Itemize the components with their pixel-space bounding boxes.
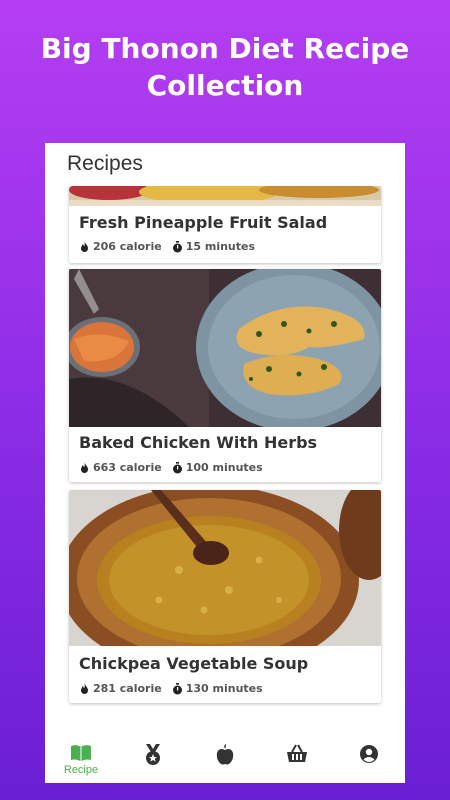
recipe-time: 100 minutes [185, 461, 263, 474]
recipe-calories: 206 calorie [93, 240, 162, 253]
recipe-time: 130 minutes [185, 682, 263, 695]
recipe-time: 15 minutes [185, 240, 256, 253]
recipe-title: Baked Chicken With Herbs [79, 433, 318, 452]
fire-icon [81, 461, 88, 473]
recipe-title: Chickpea Vegetable Soup [79, 654, 309, 673]
book-icon [71, 745, 91, 761]
promo-headline-line2: Collection [146, 69, 304, 102]
fire-icon [81, 240, 88, 252]
nav-item-profile[interactable] [339, 738, 399, 764]
recipe-calories: 663 calorie [93, 461, 162, 474]
recipe-image [69, 186, 381, 206]
timer-icon [172, 240, 182, 252]
recipe-list[interactable]: Fresh Pineapple Fruit Salad 206 calorie … [45, 186, 405, 738]
recipe-card-chickpea-soup[interactable]: Chickpea Vegetable Soup 281 calorie 130 … [69, 490, 381, 703]
recipe-card-pineapple-salad[interactable]: Fresh Pineapple Fruit Salad 206 calorie … [69, 186, 381, 263]
nav-item-recipe[interactable]: Recipe [51, 738, 111, 776]
recipe-meta: 281 calorie 130 minutes [79, 682, 263, 695]
nav-label-recipe: Recipe [63, 764, 99, 776]
recipe-title: Fresh Pineapple Fruit Salad [79, 213, 328, 232]
nav-item-achievements[interactable] [123, 738, 183, 766]
recipe-calories: 281 calorie [93, 682, 162, 695]
recipe-meta: 663 calorie 100 minutes [79, 461, 263, 474]
app-screen: Recipes Fresh Pineapple Fruit Salad 206 … [45, 143, 405, 783]
medal-icon [146, 744, 160, 765]
promo-headline: Big Thonon Diet Recipe Collection [0, 30, 450, 104]
timer-icon [172, 682, 182, 694]
nav-item-nutrition[interactable] [195, 738, 255, 766]
page-title: Recipes [67, 152, 143, 175]
promo-headline-line1: Big Thonon Diet Recipe [40, 32, 410, 65]
timer-icon [172, 461, 182, 473]
basket-icon [287, 744, 307, 762]
fire-icon [81, 682, 88, 694]
recipe-card-baked-chicken[interactable]: Baked Chicken With Herbs 663 calorie 100… [69, 269, 381, 482]
recipe-image [69, 490, 381, 646]
bottom-navigation: Recipe [45, 738, 405, 783]
account-icon [360, 745, 378, 763]
apple-icon [216, 744, 234, 765]
recipe-meta: 206 calorie 15 minutes [79, 240, 255, 253]
nav-item-shopping[interactable] [267, 738, 327, 764]
recipe-image [69, 269, 381, 427]
